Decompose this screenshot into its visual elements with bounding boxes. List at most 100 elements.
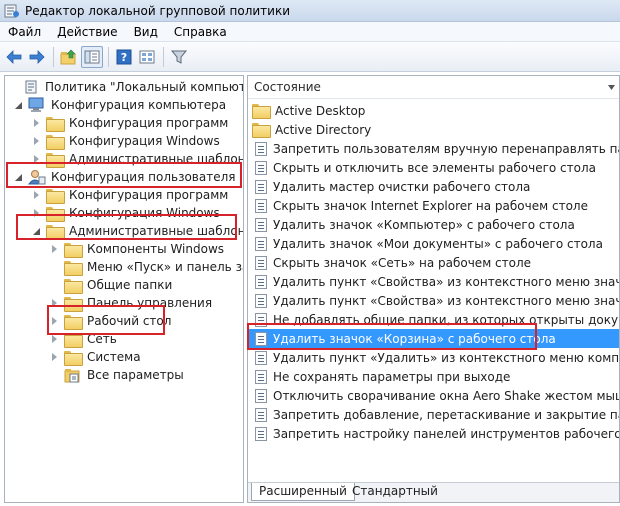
tree-item-label: Сеть bbox=[87, 332, 117, 346]
tree-item-label: Общие папки bbox=[87, 278, 173, 292]
list-item-policy[interactable]: Не добавлять общие папки, из которых отк… bbox=[248, 310, 619, 329]
filter-button[interactable] bbox=[168, 46, 190, 68]
tree-item-control-panel[interactable]: Панель управления bbox=[50, 294, 212, 312]
policy-setting-icon bbox=[255, 141, 267, 156]
policy-setting-icon bbox=[255, 179, 267, 194]
expanded-arrow-icon[interactable] bbox=[14, 172, 24, 182]
title-bar: Редактор локальной групповой политики bbox=[0, 0, 620, 22]
list-item-policy[interactable]: Скрыть значок Internet Explorer на рабоч… bbox=[248, 196, 619, 215]
tree-item-label: Конфигурация программ bbox=[69, 116, 229, 130]
list-item-policy[interactable]: Скрыть значок «Сеть» на рабочем столе bbox=[248, 253, 619, 272]
list-item-policy[interactable]: Удалить пункт «Удалить» из контекстного … bbox=[248, 348, 619, 367]
expanded-arrow-icon[interactable] bbox=[14, 100, 24, 110]
policy-setting-icon bbox=[255, 331, 267, 346]
tree-item-desktop[interactable]: Рабочий стол bbox=[50, 312, 171, 330]
list-item-policy[interactable]: Удалить пункт «Свойства» из контекстного… bbox=[248, 272, 619, 291]
list-item-policy[interactable]: Удалить пункт «Свойства» из контекстного… bbox=[248, 291, 619, 310]
policy-setting-icon bbox=[255, 236, 267, 251]
tree-item-user-config[interactable]: Конфигурация пользователя bbox=[14, 168, 235, 186]
forward-button[interactable] bbox=[26, 46, 48, 68]
collapsed-arrow-icon[interactable] bbox=[50, 352, 60, 362]
tree-item-label: Административные шаблоны bbox=[69, 152, 244, 166]
tree-item-user-software-settings[interactable]: Конфигурация программ bbox=[32, 186, 228, 204]
forward-arrow-icon bbox=[29, 49, 45, 64]
list-item-policy[interactable]: Не сохранять параметры при выходе bbox=[248, 367, 619, 386]
help-button[interactable]: ? bbox=[113, 46, 135, 68]
policy-setting-icon bbox=[255, 255, 267, 270]
list-item-policy[interactable]: Скрыть и отключить все элементы рабочего… bbox=[248, 158, 619, 177]
collapsed-arrow-icon[interactable] bbox=[32, 154, 42, 164]
policy-setting-icon bbox=[255, 369, 267, 384]
menu-action[interactable]: Действие bbox=[49, 22, 125, 42]
back-button[interactable] bbox=[3, 46, 25, 68]
folder-icon bbox=[46, 116, 65, 132]
list-item-policy[interactable]: Отключить сворачивание окна Aero Shake ж… bbox=[248, 386, 619, 405]
list-item-label: Не сохранять параметры при выходе bbox=[273, 369, 511, 384]
folder-icon bbox=[64, 314, 83, 330]
tab-extended[interactable]: Расширенный bbox=[251, 483, 355, 501]
policy-setting-icon bbox=[255, 198, 267, 213]
tree-pane[interactable]: Политика "Локальный компьютер" Конфигура… bbox=[4, 75, 244, 503]
tree-item-computer-windows-settings[interactable]: Конфигурация Windows bbox=[32, 132, 220, 150]
svg-text:?: ? bbox=[121, 51, 127, 64]
tree-item-label: Административные шаблоны bbox=[69, 224, 244, 238]
list-item-policy[interactable]: Удалить значок «Компьютер» с рабочего ст… bbox=[248, 215, 619, 234]
list-item-label: Скрыть и отключить все элементы рабочего… bbox=[273, 160, 596, 175]
folder-icon bbox=[46, 206, 65, 222]
show-tree-button[interactable] bbox=[81, 45, 103, 68]
tree-item-system[interactable]: Система bbox=[50, 348, 141, 366]
list-item-policy[interactable]: Запретить добавление, перетаскивание и з… bbox=[248, 405, 619, 424]
tree-item-network[interactable]: Сеть bbox=[50, 330, 117, 348]
menu-file[interactable]: Файл bbox=[0, 22, 49, 42]
sort-arrow-icon[interactable] bbox=[607, 83, 616, 92]
tree-item-all-settings[interactable]: Все параметры bbox=[50, 366, 184, 384]
tree-item-user-windows-settings[interactable]: Конфигурация Windows bbox=[32, 204, 220, 222]
tree-item-computer-software-settings[interactable]: Конфигурация программ bbox=[32, 114, 228, 132]
settings-list-pane[interactable]: Состояние Active Desktop Active Director… bbox=[247, 75, 620, 503]
folder-icon bbox=[252, 123, 271, 138]
list-item-label: Отключить сворачивание окна Aero Shake ж… bbox=[273, 388, 620, 403]
tree-item-label: Все параметры bbox=[87, 368, 184, 382]
tree-item-computer-admin-templates[interactable]: Административные шаблоны bbox=[32, 150, 244, 168]
menu-help[interactable]: Справка bbox=[166, 22, 235, 42]
tree-item-local-computer-policy[interactable]: Политика "Локальный компьютер" bbox=[10, 78, 243, 96]
tree-item-windows-components[interactable]: Компоненты Windows bbox=[50, 240, 224, 258]
policy-setting-icon bbox=[255, 217, 267, 232]
column-state[interactable]: Состояние bbox=[254, 80, 321, 94]
toolbar-separator bbox=[53, 46, 54, 67]
tree-item-label: Конфигурация пользователя bbox=[51, 170, 236, 184]
list-item-policy[interactable]: Запретить пользователям вручную перенапр… bbox=[248, 139, 619, 158]
list-item-folder[interactable]: Active Directory bbox=[248, 120, 619, 139]
collapsed-arrow-icon[interactable] bbox=[50, 334, 60, 344]
list-item-label: Не добавлять общие папки, из которых отк… bbox=[273, 312, 620, 327]
tree-item-label: Политика "Локальный компьютер" bbox=[45, 80, 243, 94]
list-item-policy-selected[interactable]: Удалить значок «Корзина» с рабочего стол… bbox=[248, 329, 619, 348]
collapsed-arrow-icon[interactable] bbox=[32, 136, 42, 146]
view-button[interactable] bbox=[136, 46, 158, 68]
folder-icon bbox=[46, 152, 65, 168]
list-item-folder[interactable]: Active Desktop bbox=[248, 101, 619, 120]
tree-item-computer-config[interactable]: Конфигурация компьютера bbox=[14, 96, 226, 114]
menu-view[interactable]: Вид bbox=[126, 22, 166, 42]
up-button[interactable] bbox=[58, 46, 80, 68]
collapsed-arrow-icon[interactable] bbox=[32, 118, 42, 128]
list-item-label: Удалить значок «Мои документы» с рабочег… bbox=[273, 236, 603, 251]
collapsed-arrow-icon[interactable] bbox=[50, 298, 60, 308]
list-item-policy[interactable]: Удалить значок «Мои документы» с рабочег… bbox=[248, 234, 619, 253]
collapsed-arrow-icon[interactable] bbox=[50, 244, 60, 254]
tab-standard[interactable]: Стандартный bbox=[345, 483, 445, 501]
computer-icon bbox=[28, 97, 44, 112]
folder-icon bbox=[64, 278, 83, 294]
tree-item-user-admin-templates[interactable]: Административные шаблоны bbox=[32, 222, 244, 240]
tree-item-shared-folders[interactable]: Общие папки bbox=[50, 276, 172, 294]
tree-item-label: Конфигурация компьютера bbox=[51, 98, 227, 112]
list-item-policy[interactable]: Удалить мастер очистки рабочего стола bbox=[248, 177, 619, 196]
expanded-arrow-icon[interactable] bbox=[32, 226, 42, 236]
folder-icon bbox=[64, 260, 83, 276]
collapsed-arrow-icon[interactable] bbox=[32, 190, 42, 200]
list-item-policy[interactable]: Запретить настройку панелей инструментов… bbox=[248, 424, 619, 443]
list-column-header[interactable]: Состояние bbox=[248, 76, 619, 99]
collapsed-arrow-icon[interactable] bbox=[50, 316, 60, 326]
collapsed-arrow-icon[interactable] bbox=[32, 208, 42, 218]
tree-item-start-menu-taskbar[interactable]: Меню «Пуск» и панель задач bbox=[50, 258, 243, 276]
